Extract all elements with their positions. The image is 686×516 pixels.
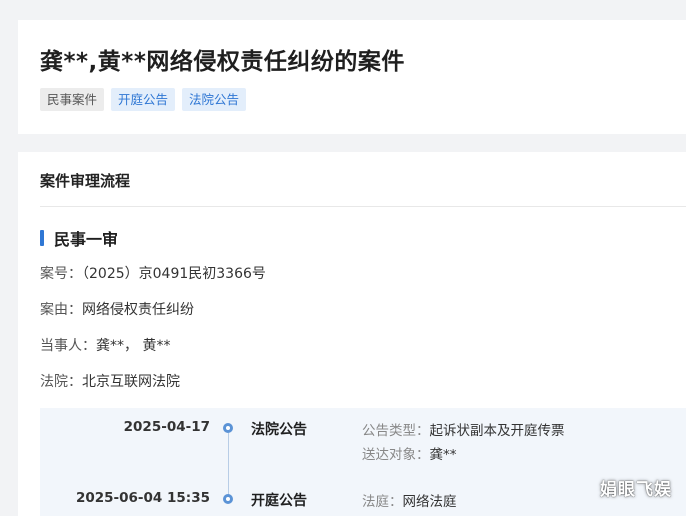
timeline-line xyxy=(228,433,229,501)
tag-hearing-notice[interactable]: 开庭公告 xyxy=(111,88,176,111)
cause-row: 案由：网络侵权责任纠纷 xyxy=(40,299,194,319)
timeline-event-type[interactable]: 法院公告 xyxy=(251,419,307,439)
cause-label: 案由： xyxy=(40,302,82,318)
case-number-value: （2025）京0491民初3366号 xyxy=(82,266,266,282)
watermark: 娟眼飞娱 xyxy=(600,480,672,500)
courtroom-value: 网络法庭 xyxy=(402,494,457,510)
parties-row: 当事人：龚**， 黄** xyxy=(40,335,170,355)
tag-court-notice[interactable]: 法院公告 xyxy=(182,88,247,111)
stage-marker xyxy=(40,230,44,246)
timeline-date: 2025-06-04 15:35 xyxy=(75,490,210,506)
section-title: 案件审理流程 xyxy=(40,172,131,190)
case-tags: 民事案件 开庭公告 法院公告 xyxy=(40,88,247,111)
tag-civil-case[interactable]: 民事案件 xyxy=(40,88,105,111)
page-title: 龚**,黄**网络侵权责任纠纷的案件 xyxy=(40,49,405,75)
parties-value: 龚**， 黄** xyxy=(96,338,171,354)
timeline-event-type[interactable]: 开庭公告 xyxy=(251,490,307,510)
notice-type-label: 公告类型： xyxy=(362,423,430,439)
recipient-label: 送达对象： xyxy=(362,447,430,463)
court-value: 北京互联网法院 xyxy=(82,374,180,390)
case-number-row: 案号：（2025）京0491民初3366号 xyxy=(40,263,266,283)
timeline-dot-icon xyxy=(223,423,233,433)
timeline-date: 2025-04-17 xyxy=(123,419,210,435)
timeline-dot-icon xyxy=(223,494,233,504)
case-process-card: 案件审理流程 民事一审 案号：（2025）京0491民初3366号 案由：网络侵… xyxy=(18,152,686,516)
cause-value: 网络侵权责任纠纷 xyxy=(82,302,194,318)
court-label: 法院： xyxy=(40,374,82,390)
parties-label: 当事人： xyxy=(40,338,96,354)
stage-title: 民事一审 xyxy=(54,230,119,249)
case-header-card: 龚**,黄**网络侵权责任纠纷的案件 民事案件 开庭公告 法院公告 xyxy=(18,20,686,134)
timeline: 2025-04-17 法院公告 公告类型：起诉状副本及开庭传票 送达对象：龚**… xyxy=(40,408,686,516)
notice-type-value: 起诉状副本及开庭传票 xyxy=(429,423,565,439)
court-row: 法院：北京互联网法院 xyxy=(40,371,180,391)
courtroom-label: 法庭： xyxy=(362,494,403,510)
timeline-detail: 法庭：网络法庭 xyxy=(362,490,457,510)
timeline-detail: 公告类型：起诉状副本及开庭传票 xyxy=(362,419,565,439)
timeline-detail: 送达对象：龚** xyxy=(362,443,457,463)
recipient-value: 龚** xyxy=(429,447,457,463)
case-number-label: 案号： xyxy=(40,266,82,282)
divider xyxy=(40,206,686,207)
